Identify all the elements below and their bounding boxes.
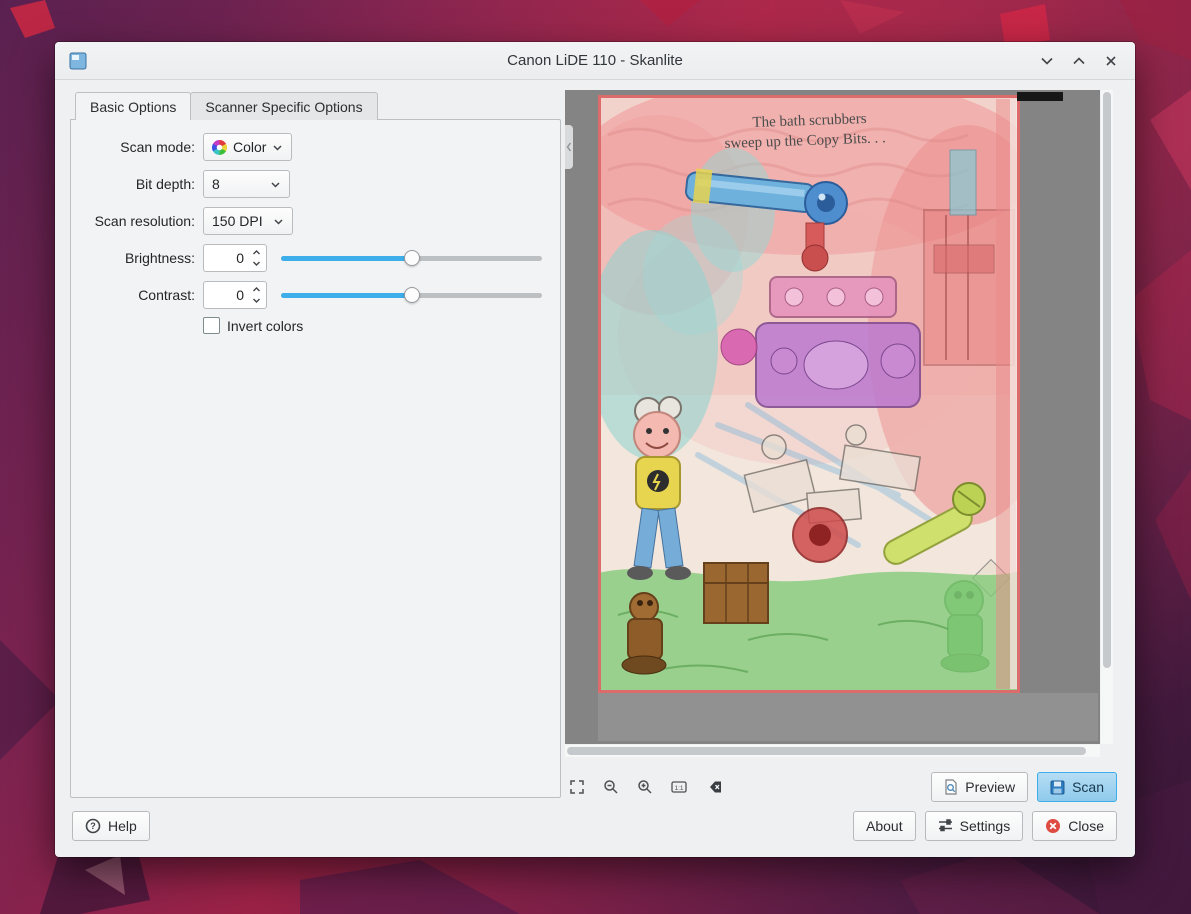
- scrollbar-thumb[interactable]: [1103, 92, 1111, 668]
- window-title: Canon LiDE 110 - Skanlite: [55, 52, 1135, 69]
- contrast-row: Contrast: 0: [77, 280, 548, 310]
- document-preview-icon: [944, 779, 958, 795]
- preview-button-label: Preview: [965, 779, 1015, 795]
- scan-save-icon: [1050, 780, 1065, 795]
- contrast-spinbox[interactable]: 0: [203, 281, 267, 309]
- zoom-fit-best-button[interactable]: [565, 775, 589, 799]
- settings-button-label: Settings: [960, 818, 1011, 834]
- chevron-left-icon: [566, 142, 572, 152]
- brightness-slider[interactable]: [281, 244, 542, 272]
- close-red-icon: [1045, 818, 1061, 834]
- spin-down-icon[interactable]: [248, 258, 264, 269]
- bit-depth-row: Bit depth: 8: [77, 169, 548, 199]
- zoom-out-button[interactable]: [599, 775, 623, 799]
- svg-text:?: ?: [90, 821, 96, 831]
- tab-basic-options[interactable]: Basic Options: [75, 92, 191, 120]
- preview-actions-row: 1:1 Preview Scan: [565, 772, 1117, 802]
- slider-handle[interactable]: [404, 250, 420, 266]
- bit-depth-value: 8: [212, 176, 220, 192]
- scan-mode-label: Scan mode:: [77, 139, 195, 155]
- tab-label: Basic Options: [90, 99, 176, 115]
- clear-selections-icon: [705, 780, 722, 794]
- skanlite-window: Canon LiDE 110 - Skanlite Basic Options …: [55, 42, 1135, 857]
- preview-pane: The bath scrubbers sweep up the Copy Bit…: [565, 90, 1113, 757]
- preview-horizontal-scrollbar[interactable]: [565, 745, 1100, 757]
- spin-down-icon[interactable]: [248, 295, 264, 306]
- help-button[interactable]: ? Help: [72, 811, 150, 841]
- close-window-button[interactable]: [1095, 46, 1127, 76]
- clear-selections-button[interactable]: [701, 775, 725, 799]
- settings-sliders-icon: [938, 818, 953, 833]
- preview-canvas[interactable]: The bath scrubbers sweep up the Copy Bit…: [565, 90, 1100, 744]
- zoom-original-icon: 1:1: [671, 779, 687, 795]
- close-button[interactable]: Close: [1032, 811, 1117, 841]
- maximize-button[interactable]: [1063, 46, 1095, 76]
- brightness-label: Brightness:: [77, 250, 195, 266]
- contrast-label: Contrast:: [77, 287, 195, 303]
- bit-depth-label: Bit depth:: [77, 176, 195, 192]
- scan-resolution-value: 150 DPI: [212, 213, 263, 229]
- close-icon: [1102, 52, 1120, 70]
- svg-text:1:1: 1:1: [674, 785, 683, 792]
- tab-label: Scanner Specific Options: [205, 99, 362, 115]
- invert-colors-checkbox[interactable]: [203, 317, 220, 334]
- footer-button-row: ? Help About Settings Close: [72, 810, 1117, 841]
- scan-resolution-row: Scan resolution: 150 DPI: [77, 206, 548, 236]
- zoom-in-icon: [637, 779, 653, 795]
- chevron-up-icon: [1070, 52, 1088, 70]
- scan-button[interactable]: Scan: [1037, 772, 1117, 802]
- splitter-handle[interactable]: [565, 125, 573, 169]
- tab-scanner-specific-options[interactable]: Scanner Specific Options: [190, 92, 377, 120]
- scan-button-label: Scan: [1072, 779, 1104, 795]
- desktop: { "window": { "title": "Canon LiDE 110 -…: [0, 0, 1191, 914]
- basic-options-panel: Scan mode: Color Bit depth: 8 Scan resol…: [70, 119, 561, 798]
- preview-button[interactable]: Preview: [931, 772, 1028, 802]
- slider-fill: [281, 293, 412, 298]
- minimize-button[interactable]: [1031, 46, 1063, 76]
- about-button[interactable]: About: [853, 811, 916, 841]
- scan-margin-band: [598, 693, 1098, 741]
- slider-fill: [281, 256, 412, 261]
- chevron-down-icon: [270, 179, 281, 190]
- zoom-original-button[interactable]: 1:1: [667, 775, 691, 799]
- invert-colors-row: Invert colors: [203, 317, 548, 334]
- about-button-label: About: [866, 818, 903, 834]
- chevron-down-icon: [273, 216, 284, 227]
- spin-up-icon[interactable]: [248, 247, 264, 258]
- scan-mode-value: Color: [233, 139, 266, 155]
- scrollbar-thumb[interactable]: [567, 747, 1086, 755]
- preview-vertical-scrollbar[interactable]: [1101, 90, 1113, 744]
- chevron-down-icon: [272, 142, 283, 153]
- color-wheel-icon: [212, 140, 227, 155]
- chevron-down-icon: [1038, 52, 1056, 70]
- scan-mode-dropdown[interactable]: Color: [203, 133, 292, 161]
- bit-depth-dropdown[interactable]: 8: [203, 170, 290, 198]
- zoom-out-icon: [603, 779, 619, 795]
- settings-button[interactable]: Settings: [925, 811, 1024, 841]
- zoom-in-button[interactable]: [633, 775, 657, 799]
- scan-resolution-label: Scan resolution:: [77, 213, 195, 229]
- help-icon: ?: [85, 818, 101, 834]
- scan-resolution-dropdown[interactable]: 150 DPI: [203, 207, 293, 235]
- brightness-row: Brightness: 0: [77, 243, 548, 273]
- scanner-lid-strip: [1017, 92, 1063, 101]
- close-button-label: Close: [1068, 818, 1104, 834]
- zoom-fit-best-icon: [569, 779, 585, 795]
- options-tab-bar: Basic Options Scanner Specific Options: [75, 92, 377, 120]
- invert-colors-label: Invert colors: [227, 318, 303, 334]
- scan-mode-row: Scan mode: Color: [77, 132, 548, 162]
- help-button-label: Help: [108, 818, 137, 834]
- scanned-image: The bath scrubbers sweep up the Copy Bit…: [598, 95, 1020, 693]
- slider-handle[interactable]: [404, 287, 420, 303]
- titlebar[interactable]: Canon LiDE 110 - Skanlite: [55, 42, 1135, 80]
- spin-up-icon[interactable]: [248, 284, 264, 295]
- brightness-spinbox[interactable]: 0: [203, 244, 267, 272]
- contrast-slider[interactable]: [281, 281, 542, 309]
